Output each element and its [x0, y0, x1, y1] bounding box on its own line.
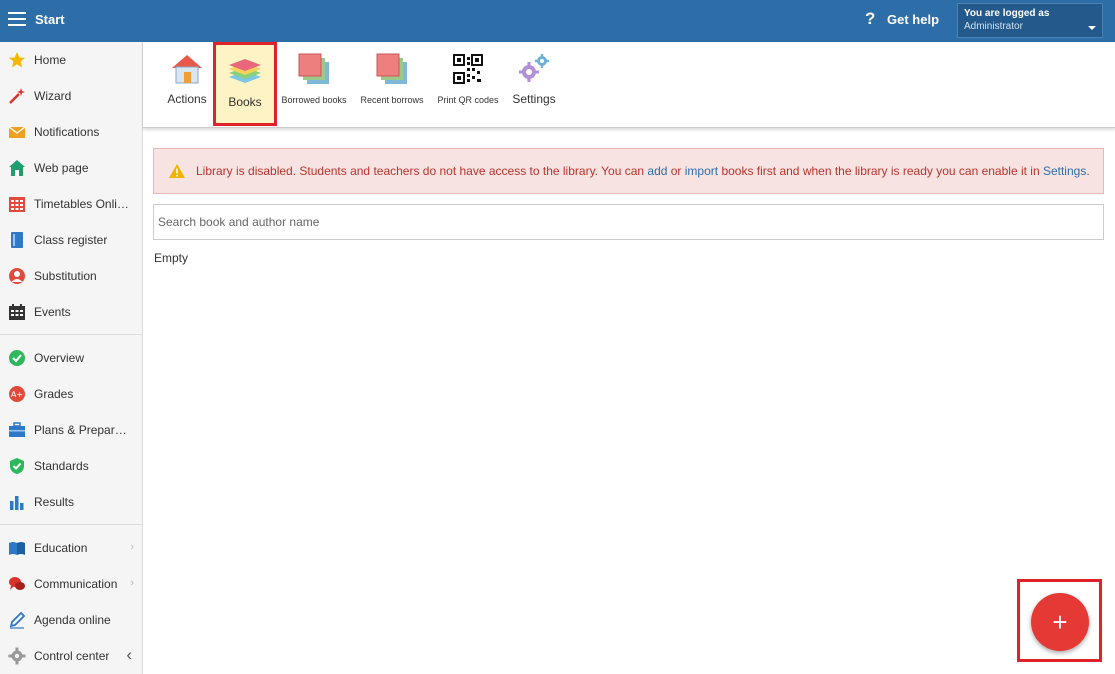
sidebar-item-communication[interactable]: Communication › [0, 566, 142, 602]
check-circle-icon [8, 349, 26, 367]
sidebar-item-label: Overview [34, 351, 85, 365]
alert-text-part: . [1086, 164, 1090, 178]
recent-borrows-icon [375, 52, 409, 86]
sidebar-item-label: Timetables Online [34, 197, 129, 211]
sidebar-item-grades[interactable]: A+ Grades [0, 376, 142, 412]
chevron-down-icon [1088, 26, 1096, 30]
toolbar-qr-label: Print QR codes [437, 95, 499, 105]
sidebar-item-label: Communication [34, 577, 118, 591]
grades-icon: A+ [8, 385, 26, 403]
sidebar-item-timetables[interactable]: Timetables Online [0, 186, 142, 222]
toolbar-recent-label: Recent borrows [360, 95, 424, 105]
sidebar-item-events[interactable]: Events [0, 294, 142, 330]
sidebar-item-label: Grades [34, 387, 74, 401]
top-bar: Start ? Get help You are logged as Admin… [0, 0, 1115, 42]
library-disabled-alert: Library is disabled. Students and teache… [153, 148, 1104, 194]
sidebar-item-label: Class register [34, 233, 108, 247]
toolbar-actions-button[interactable]: Actions [164, 42, 210, 126]
open-book-icon [8, 539, 26, 557]
svg-text:A+: A+ [11, 390, 23, 399]
person-icon [8, 267, 26, 285]
pen-icon [8, 611, 26, 629]
sidebar-item-label: Web page [34, 161, 89, 175]
menu-icon[interactable] [8, 12, 26, 26]
briefcase-icon [8, 421, 26, 439]
empty-state-text: Empty [154, 251, 189, 265]
get-help-link[interactable]: Get help [887, 12, 939, 27]
toolbar-settings-label: Settings [512, 92, 556, 106]
sidebar: Home Wizard Notifications Web page Timet… [0, 42, 143, 674]
settings-link[interactable]: Settings [1043, 164, 1086, 178]
bar-chart-icon [8, 493, 26, 511]
shield-check-icon [8, 457, 26, 475]
toolbar-books-label: Books [228, 95, 262, 109]
sidebar-item-label: Plans & Preparations [34, 423, 129, 437]
add-books-link[interactable]: add [647, 164, 667, 178]
login-caption: You are logged as [964, 8, 1050, 19]
sidebar-item-home[interactable]: Home [0, 42, 142, 78]
alert-message: Library is disabled. Students and teache… [196, 164, 1090, 178]
toolbar-recent-borrows-button[interactable]: Recent borrows [358, 42, 426, 126]
sidebar-item-label: Home [34, 53, 67, 67]
chevron-right-icon: › [130, 577, 134, 589]
calendar-grid-icon [8, 195, 26, 213]
login-username: Administrator [964, 21, 1023, 32]
app-title[interactable]: Start [35, 12, 65, 27]
qr-code-icon [451, 52, 485, 86]
toolbar-print-qr-button[interactable]: Print QR codes [435, 42, 501, 126]
borrowed-books-icon [297, 52, 331, 86]
chat-icon [8, 575, 26, 593]
star-icon [8, 51, 26, 69]
book-icon [8, 231, 26, 249]
envelope-icon [8, 123, 26, 141]
toolbar-books-tab[interactable]: Books [213, 42, 277, 126]
chevron-left-icon[interactable]: ‹ [126, 645, 132, 665]
wand-icon [8, 87, 26, 105]
sidebar-item-label: Education [34, 541, 88, 555]
chevron-right-icon: › [130, 541, 134, 553]
add-book-button[interactable]: + [1031, 593, 1089, 651]
sidebar-item-label: Control center [34, 649, 110, 663]
calendar-icon [8, 303, 26, 321]
sidebar-item-standards[interactable]: Standards [0, 448, 142, 484]
sidebar-item-results[interactable]: Results [0, 484, 142, 520]
sidebar-item-label: Standards [34, 459, 89, 473]
sidebar-item-label: Agenda online [34, 613, 111, 627]
sidebar-item-label: Events [34, 305, 71, 319]
alert-text-part: Library is disabled. Students and teache… [196, 164, 648, 178]
house-icon [170, 52, 204, 86]
sidebar-divider [0, 334, 142, 335]
sidebar-item-substitution[interactable]: Substitution [0, 258, 142, 294]
toolbar-settings-button[interactable]: Settings [509, 42, 559, 126]
sidebar-item-notifications[interactable]: Notifications [0, 114, 142, 150]
alert-text-part: books first and when the library is read… [718, 164, 1043, 178]
sidebar-item-wizard[interactable]: Wizard [0, 78, 142, 114]
gear-icon [8, 647, 26, 665]
sidebar-divider [0, 524, 142, 525]
books-stack-icon [228, 55, 262, 89]
sidebar-item-agenda[interactable]: Agenda online [0, 602, 142, 638]
sidebar-item-label: Results [34, 495, 75, 509]
sidebar-item-overview[interactable]: Overview [0, 340, 142, 376]
sidebar-item-plans[interactable]: Plans & Preparations [0, 412, 142, 448]
sidebar-item-web-page[interactable]: Web page [0, 150, 142, 186]
gears-icon [517, 52, 551, 86]
toolbar-borrowed-books-button[interactable]: Borrowed books [280, 42, 348, 126]
sidebar-item-label: Wizard [34, 89, 72, 103]
toolbar-borrowed-label: Borrowed books [281, 95, 347, 105]
sidebar-item-class-register[interactable]: Class register [0, 222, 142, 258]
sidebar-item-education[interactable]: Education › [0, 530, 142, 566]
sidebar-item-label: Substitution [34, 269, 97, 283]
sidebar-item-control-center[interactable]: Control center ‹ [0, 638, 142, 674]
toolbar-actions-label: Actions [167, 92, 207, 106]
user-menu[interactable]: You are logged as Administrator [957, 3, 1103, 38]
sidebar-item-label: Notifications [34, 125, 100, 139]
search-books-input[interactable] [153, 204, 1104, 240]
house-icon [8, 159, 26, 177]
import-books-link[interactable]: import [685, 164, 718, 178]
library-toolbar: Actions Books Borrowed books Recent borr… [143, 42, 1115, 128]
help-icon[interactable]: ? [865, 9, 875, 29]
warning-icon [168, 163, 186, 179]
alert-text-part: or [667, 164, 685, 178]
